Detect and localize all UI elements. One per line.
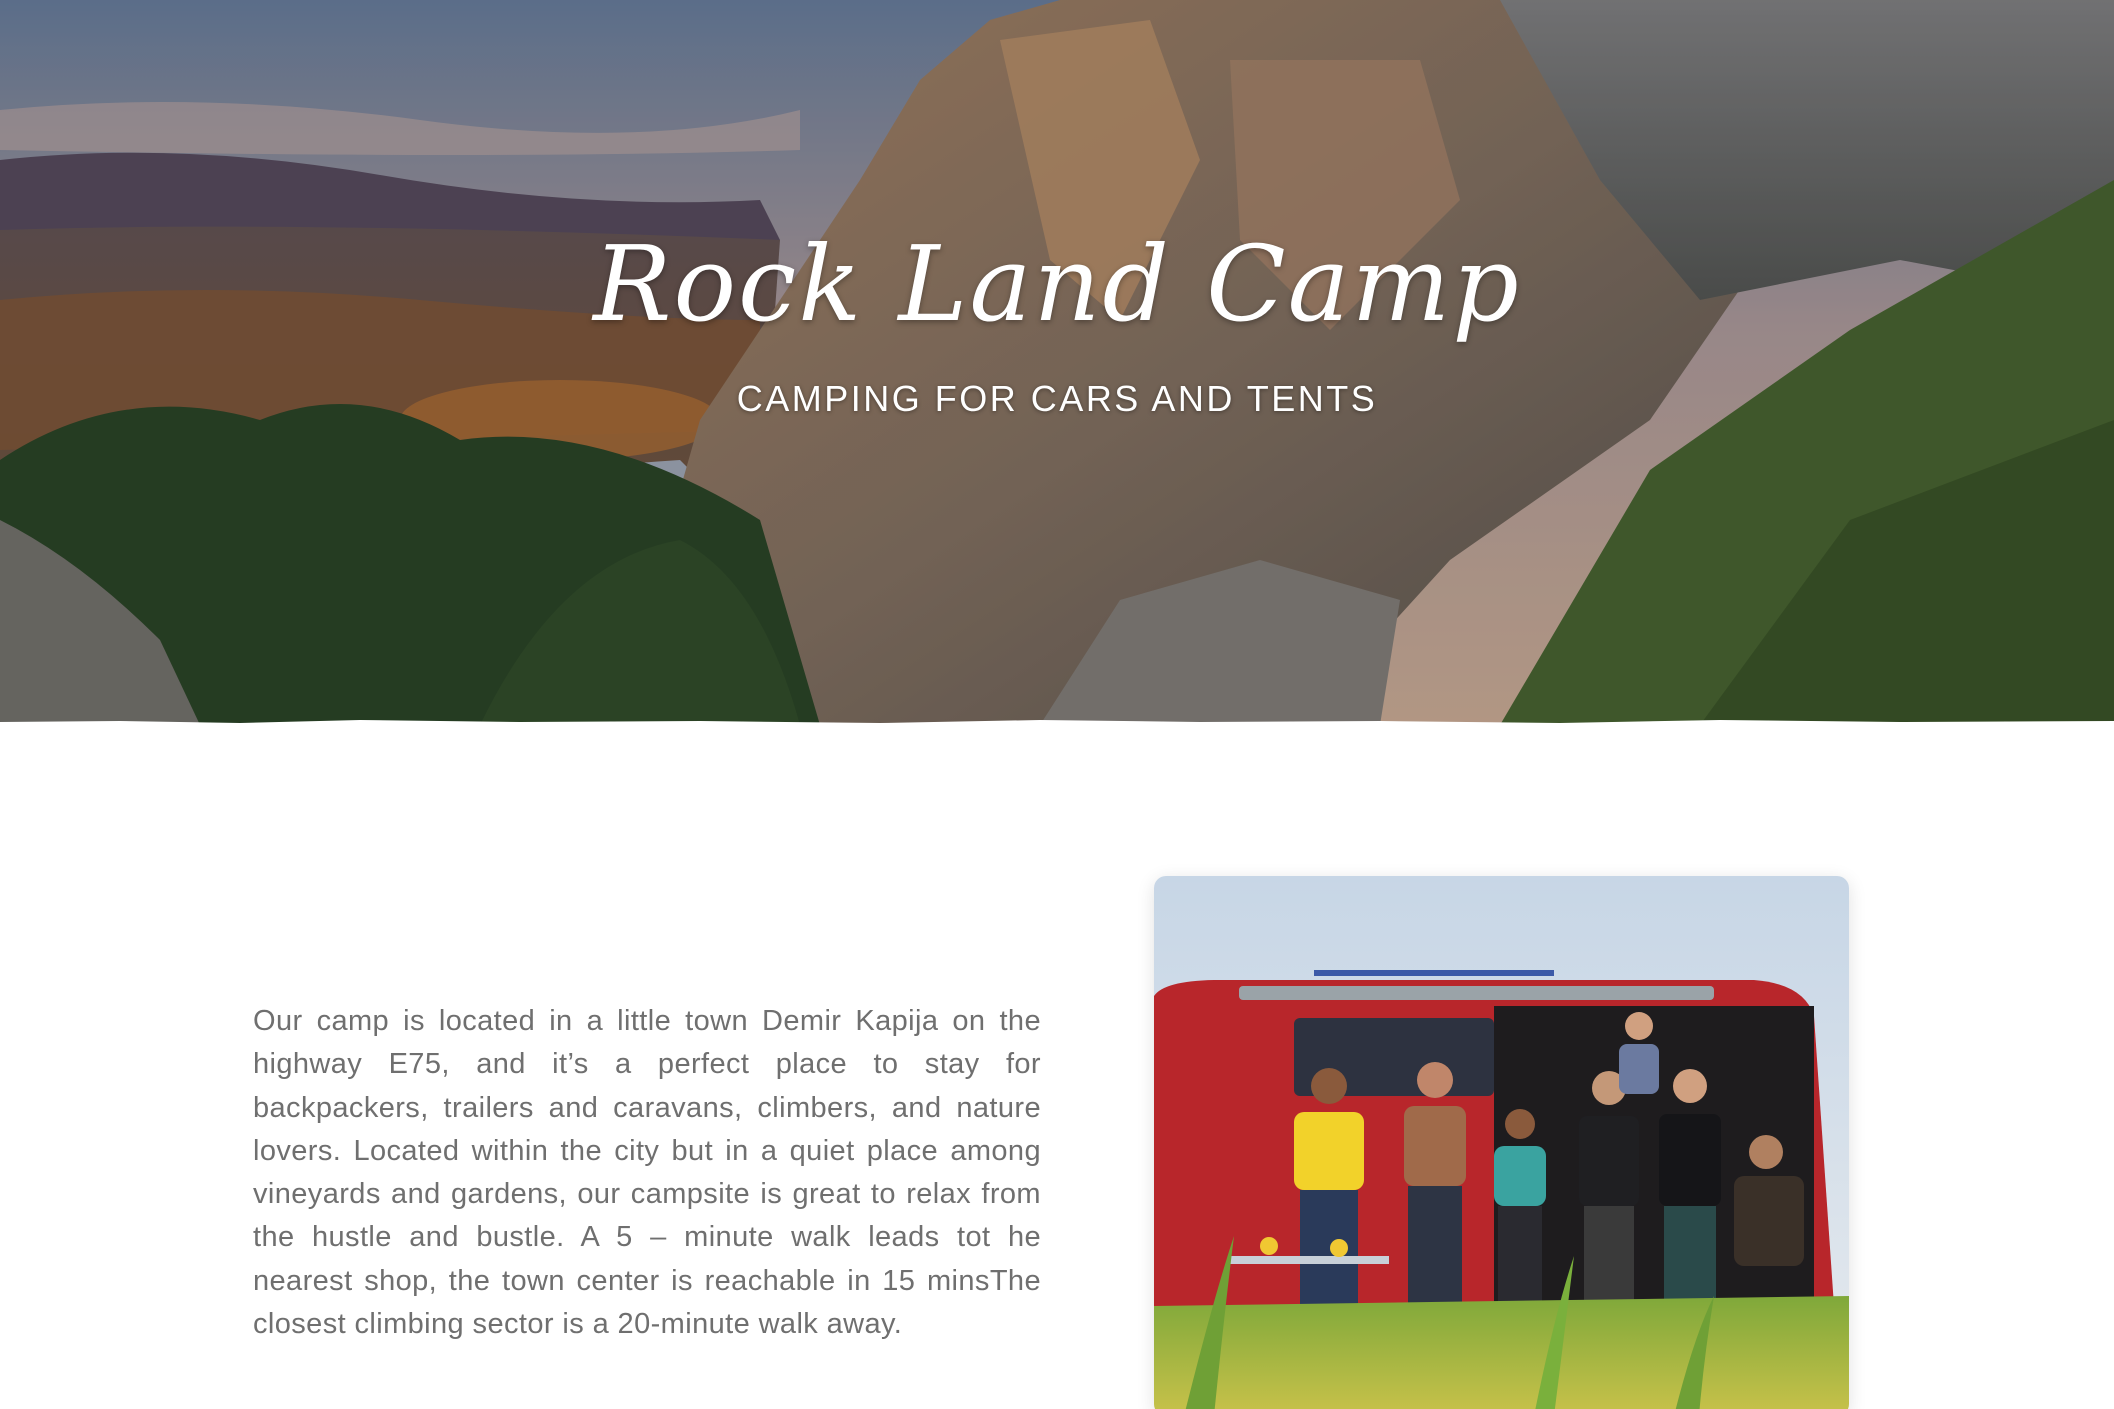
site-title: Rock Land Camp [593, 223, 1521, 345]
page: Rock Land Camp CAMPING FOR CARS AND TENT… [0, 0, 2114, 1409]
group-photo-image [1154, 876, 1849, 1409]
hero-torn-edge-divider [0, 720, 2114, 740]
group-photo-card [1154, 876, 1849, 1409]
site-subtitle: CAMPING FOR CARS AND TENTS [736, 378, 1378, 419]
hero-background-image [0, 0, 2114, 725]
camp-description: Our camp is located in a little town Dem… [253, 1005, 1041, 1341]
hero-section: Rock Land Camp CAMPING FOR CARS AND TENT… [0, 0, 2114, 725]
